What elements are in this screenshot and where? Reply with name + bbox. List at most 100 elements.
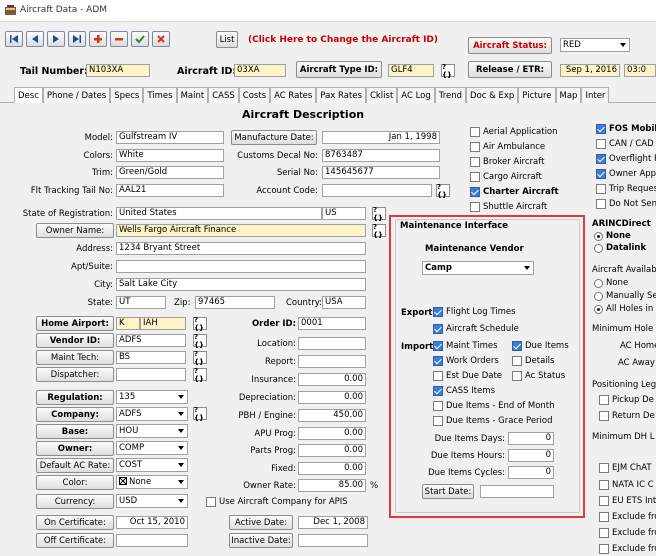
apu-prog-field[interactable]: 0.00 <box>298 427 366 440</box>
avail-all-row[interactable]: All Holes in <box>594 304 653 314</box>
eu-ets-checkbox[interactable] <box>599 496 609 506</box>
arinc-none-radio[interactable] <box>594 231 603 241</box>
first-record-icon[interactable] <box>5 31 23 47</box>
exclude-1-row[interactable]: Exclude fro <box>599 512 656 522</box>
city-field[interactable]: Salt Lake City <box>116 278 366 291</box>
overflight-checkbox[interactable] <box>596 154 606 164</box>
report-field[interactable] <box>298 355 366 368</box>
order-id-field[interactable]: 0001 <box>298 317 366 330</box>
category-aerial-application-row[interactable]: Aerial Application <box>470 124 559 139</box>
dispatcher-button[interactable]: Dispatcher: <box>36 367 114 382</box>
delete-record-icon[interactable] <box>110 31 128 47</box>
maint-times-checkbox[interactable] <box>433 341 443 351</box>
registration-lookup-icon[interactable]: ?{} <box>372 206 386 222</box>
vendor-lookup-icon[interactable]: ?{} <box>193 333 207 349</box>
type-lookup-icon[interactable]: ?{} <box>441 63 455 79</box>
next-record-icon[interactable] <box>47 31 65 47</box>
serial-field[interactable]: 145645677 <box>322 166 440 179</box>
maint-tech-button[interactable]: Maint Tech: <box>36 350 114 365</box>
category-checkbox[interactable] <box>470 141 480 152</box>
ejm-chat-checkbox[interactable] <box>599 463 609 473</box>
category-charter-aircraft-row[interactable]: Charter Aircraft <box>470 184 559 199</box>
tab-map[interactable]: Map <box>555 87 582 103</box>
home-airport-button[interactable]: Home Airport: <box>36 316 114 331</box>
manufacture-date-button[interactable]: Manufacture Date: <box>231 130 317 145</box>
active-date-button[interactable]: Active Date: <box>229 515 293 530</box>
trip-request-row[interactable]: Trip Reques <box>596 184 656 194</box>
tab-inter[interactable]: Inter <box>581 87 610 103</box>
category-checkbox[interactable] <box>470 186 480 197</box>
customs-field[interactable]: 8763487 <box>322 149 440 162</box>
fos-mobile-checkbox[interactable] <box>596 124 606 134</box>
can-cad-row[interactable]: CAN / CAD <box>596 139 654 149</box>
last-record-icon[interactable] <box>68 31 86 47</box>
maintenance-vendor-select[interactable]: Camp <box>422 261 534 275</box>
flight-log-times-checkbox[interactable] <box>433 307 443 317</box>
owner-name-button[interactable]: Owner Name: <box>36 223 114 238</box>
trim-field[interactable]: Green/Gold <box>116 166 224 179</box>
est-due-date-checkbox[interactable] <box>433 371 443 381</box>
aircraft-status-select[interactable]: RED <box>560 38 630 52</box>
aircraft-id-field[interactable]: 03XA <box>234 64 286 77</box>
nata-checkbox[interactable] <box>599 480 609 490</box>
aircraft-type-button[interactable]: Aircraft Type ID: <box>296 61 382 78</box>
est-due-date-row[interactable]: Est Due Date <box>433 371 502 381</box>
tab-ac-rates[interactable]: AC Rates <box>270 87 317 103</box>
work-orders-checkbox[interactable] <box>433 356 443 366</box>
due-items-checkbox[interactable] <box>512 341 522 351</box>
flt-tracking-field[interactable]: AAL21 <box>116 184 224 197</box>
details-row[interactable]: Details <box>512 356 554 366</box>
arinc-none-row[interactable]: None <box>594 231 631 241</box>
ac-status-row[interactable]: Ac Status <box>512 371 565 381</box>
category-broker-aircraft-row[interactable]: Broker Aircraft <box>470 154 559 169</box>
category-shuttle-aircraft-row[interactable]: Shuttle Aircraft <box>470 199 559 214</box>
maint-times-row[interactable]: Maint Times <box>433 341 498 351</box>
owner-rate-field[interactable]: 85.00 <box>298 479 366 492</box>
ac-status-checkbox[interactable] <box>512 371 522 381</box>
due-end-month-row[interactable]: Due Items - End of Month <box>433 401 555 411</box>
return-checkbox[interactable] <box>599 411 609 421</box>
currency-button[interactable]: Currency: <box>36 494 114 509</box>
company-button[interactable]: Company: <box>36 407 114 422</box>
exclude-3-row[interactable]: Exclude fro <box>599 544 656 554</box>
state-registration-code-field[interactable]: US <box>322 207 366 220</box>
vendor-id-field[interactable]: ADFS <box>116 334 186 347</box>
home-airport-code-field[interactable]: K <box>116 317 140 330</box>
apt-suite-field[interactable] <box>116 260 366 273</box>
vendor-id-button[interactable]: Vendor ID: <box>36 333 114 348</box>
ejm-chat-row[interactable]: EJM ChAT <box>599 463 652 473</box>
owner-app-checkbox[interactable] <box>596 169 606 179</box>
nata-row[interactable]: NATA IC C <box>599 480 654 490</box>
currency-select[interactable]: USD <box>116 494 188 508</box>
change-aircraft-id-link[interactable]: (Click Here to Change the Aircraft ID) <box>248 35 438 45</box>
aircraft-type-field[interactable]: GLF4 <box>388 64 434 77</box>
exclude-1-checkbox[interactable] <box>599 512 609 522</box>
return-row[interactable]: Return De <box>599 411 655 421</box>
maint-tech-field[interactable]: BS <box>116 351 186 364</box>
inactive-date-field[interactable] <box>298 534 368 547</box>
tab-trend[interactable]: Trend <box>434 87 467 103</box>
due-grace-checkbox[interactable] <box>433 416 443 426</box>
due-items-row[interactable]: Due Items <box>512 341 569 351</box>
list-button[interactable]: List <box>216 31 238 48</box>
category-checkbox[interactable] <box>470 171 480 182</box>
default-ac-rate-button[interactable]: Default AC Rate: <box>36 458 114 473</box>
regulation-button[interactable]: Regulation: <box>36 390 114 405</box>
owner-lookup-icon[interactable]: ?{} <box>372 223 386 239</box>
arinc-datalink-radio[interactable] <box>594 243 603 253</box>
exclude-2-row[interactable]: Exclude fro <box>599 528 656 538</box>
category-checkbox[interactable] <box>470 156 480 167</box>
insurance-field[interactable]: 0.00 <box>298 373 366 386</box>
overflight-row[interactable]: Overflight P <box>596 154 656 164</box>
default-ac-rate-select[interactable]: COST <box>116 458 188 472</box>
fos-mobile-row[interactable]: FOS Mobile <box>596 124 656 134</box>
trip-request-checkbox[interactable] <box>596 184 606 194</box>
color-select[interactable]: None <box>116 475 188 489</box>
parts-prog-field[interactable]: 0.00 <box>298 444 366 457</box>
category-air-ambulance-row[interactable]: Air Ambulance <box>470 139 559 154</box>
tab-specs[interactable]: Specs <box>110 87 144 103</box>
tab-desc[interactable]: Desc <box>14 87 43 104</box>
pickup-row[interactable]: Pickup De <box>599 395 654 405</box>
work-orders-row[interactable]: Work Orders <box>433 356 499 366</box>
active-date-field[interactable]: Dec 1, 2008 <box>298 516 368 529</box>
